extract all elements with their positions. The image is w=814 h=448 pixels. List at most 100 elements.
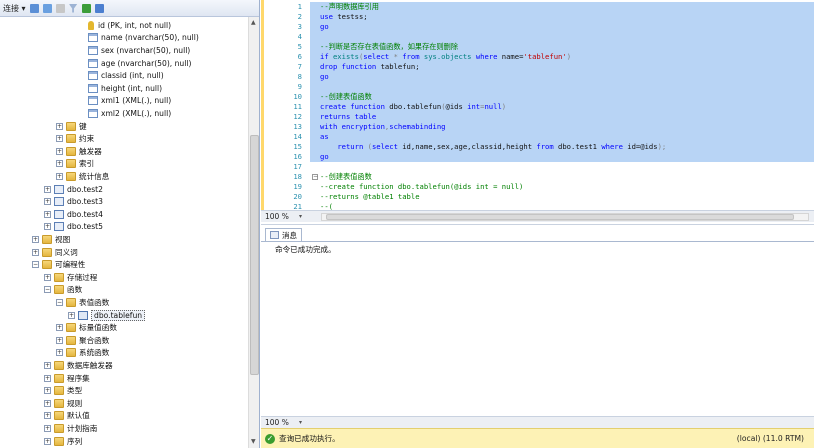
tree-node[interactable]: − 函数: [44, 284, 82, 297]
code-line[interactable]: as: [310, 132, 814, 142]
tree-node[interactable]: + 视图: [32, 233, 70, 246]
expand-icon[interactable]: +: [44, 412, 51, 420]
code-line[interactable]: go: [310, 72, 814, 82]
expand-icon[interactable]: +: [44, 210, 51, 218]
tree-node[interactable]: age (nvarchar(50), null): [88, 57, 191, 70]
editor-hscrollbar[interactable]: [321, 213, 809, 221]
tree-node[interactable]: + dbo.test5: [44, 221, 103, 234]
scroll-up-icon[interactable]: ▲: [251, 19, 256, 26]
expand-icon[interactable]: +: [56, 172, 63, 180]
tab-messages[interactable]: 消息: [265, 228, 302, 241]
expand-icon[interactable]: +: [56, 122, 63, 130]
tree-node[interactable]: + 统计信息: [56, 170, 109, 183]
tree-scrollbar[interactable]: ▲ ▼: [248, 17, 259, 448]
code-line[interactable]: return (select id,name,sex,age,classid,h…: [310, 142, 814, 152]
tree-node[interactable]: + 标量值函数: [56, 321, 117, 334]
code-line[interactable]: --returns @table1 table: [310, 192, 420, 202]
tree-node[interactable]: height (int, null): [88, 82, 162, 95]
editor-hscroll-thumb[interactable]: [326, 214, 794, 220]
code-line[interactable]: drop function tablefun;: [310, 62, 814, 72]
tree-node[interactable]: + dbo.test2: [44, 183, 103, 196]
code-line[interactable]: --(: [310, 202, 333, 210]
tree-node[interactable]: + 系统函数: [56, 347, 109, 360]
expand-icon[interactable]: +: [32, 235, 39, 243]
code-line[interactable]: --创建表值函数: [310, 172, 372, 182]
expand-icon[interactable]: +: [44, 198, 51, 206]
expand-icon[interactable]: +: [44, 223, 51, 231]
disconnect-icon[interactable]: [42, 3, 52, 13]
code-line[interactable]: if exists(select * from sys.objects wher…: [310, 52, 814, 62]
collapse-icon[interactable]: −: [56, 298, 63, 306]
stop-icon[interactable]: [55, 3, 65, 13]
expand-icon[interactable]: +: [44, 273, 51, 281]
expand-icon[interactable]: +: [56, 135, 63, 143]
tree-node[interactable]: + 存储过程: [44, 271, 97, 284]
expand-icon[interactable]: +: [44, 424, 51, 432]
collapse-icon[interactable]: −: [44, 286, 51, 294]
code-line[interactable]: go: [310, 22, 814, 32]
tree-node[interactable]: + 序列: [44, 435, 82, 448]
code-line[interactable]: --创建表值函数: [310, 92, 814, 102]
connect-icon[interactable]: [29, 3, 39, 13]
tree-node[interactable]: + 默认值: [44, 410, 90, 423]
refresh-icon[interactable]: [81, 3, 91, 13]
code-line[interactable]: --声明数据库引用: [310, 2, 814, 12]
code-line[interactable]: go: [310, 152, 814, 162]
tree-node[interactable]: sex (nvarchar(50), null): [88, 44, 190, 57]
tree-node[interactable]: + 聚合函数: [56, 334, 109, 347]
results-zoom[interactable]: 100 %: [261, 418, 299, 427]
expand-icon[interactable]: +: [44, 399, 51, 407]
tree-node[interactable]: classid (int, null): [88, 69, 164, 82]
code-line[interactable]: [310, 32, 814, 42]
tree-node[interactable]: + 程序集: [44, 372, 90, 385]
tree-node[interactable]: + 类型: [44, 384, 82, 397]
tree-node[interactable]: id (PK, int, not null): [88, 19, 171, 32]
tree-node[interactable]: xml1 (XML(.), null): [88, 95, 171, 108]
zoom-dropdown-icon[interactable]: ▾: [299, 213, 302, 220]
expand-icon[interactable]: +: [56, 160, 63, 168]
tree-node[interactable]: + 计划指南: [44, 422, 97, 435]
tree-node[interactable]: − 表值函数: [56, 296, 109, 309]
activity-monitor-icon[interactable]: [94, 3, 104, 13]
tree-node[interactable]: + 规则: [44, 397, 82, 410]
sql-editor[interactable]: 1 2 3 4 5 6 7 8 9 10 11 12 13 14 15 16 17 18 19 20 21 --声明数据…: [261, 0, 814, 210]
expand-icon[interactable]: +: [44, 185, 51, 193]
code-area[interactable]: --声明数据库引用 use testss; go --判断是否存在表值函数，如果存在则…: [310, 2, 814, 210]
tree-node[interactable]: + 同义词: [32, 246, 78, 259]
tree-node[interactable]: + dbo.test3: [44, 195, 103, 208]
expand-icon[interactable]: +: [44, 387, 51, 395]
tree-node[interactable]: + 数据库触发器: [44, 359, 113, 372]
code-line[interactable]: with encryption,schemabinding: [310, 122, 814, 132]
expand-icon[interactable]: +: [56, 336, 63, 344]
tree-node[interactable]: + dbo.tablefun: [68, 309, 146, 322]
tree-node[interactable]: name (nvarchar(50), null): [88, 32, 199, 45]
expand-icon[interactable]: +: [32, 248, 39, 256]
results-zoom-dropdown-icon[interactable]: ▾: [299, 419, 302, 426]
tree-node[interactable]: + 约束: [56, 132, 94, 145]
tree-node[interactable]: + dbo.test4: [44, 208, 103, 221]
expand-icon[interactable]: +: [44, 361, 51, 369]
connect-button[interactable]: 连接 ▾: [3, 3, 26, 14]
tree-node[interactable]: + 触发器: [56, 145, 102, 158]
code-line[interactable]: [310, 162, 320, 172]
tree-node[interactable]: + 索引: [56, 158, 94, 171]
expand-icon[interactable]: +: [56, 349, 63, 357]
code-line[interactable]: create function dbo.tablefun(@ids int=nu…: [310, 102, 814, 112]
code-line[interactable]: [310, 82, 814, 92]
scroll-down-icon[interactable]: ▼: [251, 438, 256, 445]
editor-zoom[interactable]: 100 %: [261, 212, 299, 221]
code-line[interactable]: --判断是否存在表值函数，如果存在则删除: [310, 42, 814, 52]
code-line[interactable]: --create function dbo.tablefun(@ids int …: [310, 182, 523, 192]
expand-icon[interactable]: +: [56, 147, 63, 155]
tree-node[interactable]: xml2 (XML(.), null): [88, 107, 171, 120]
expand-icon[interactable]: +: [44, 374, 51, 382]
tree-node[interactable]: − 可编程性: [32, 258, 85, 271]
tree-node[interactable]: + 键: [56, 120, 87, 133]
collapse-icon[interactable]: −: [32, 261, 39, 269]
filter-icon[interactable]: [68, 3, 78, 13]
expand-icon[interactable]: +: [56, 324, 63, 332]
expand-icon[interactable]: +: [68, 311, 75, 319]
expand-icon[interactable]: +: [44, 437, 51, 445]
tree-scroll-thumb[interactable]: [250, 135, 259, 375]
code-line[interactable]: returns table: [310, 112, 814, 122]
